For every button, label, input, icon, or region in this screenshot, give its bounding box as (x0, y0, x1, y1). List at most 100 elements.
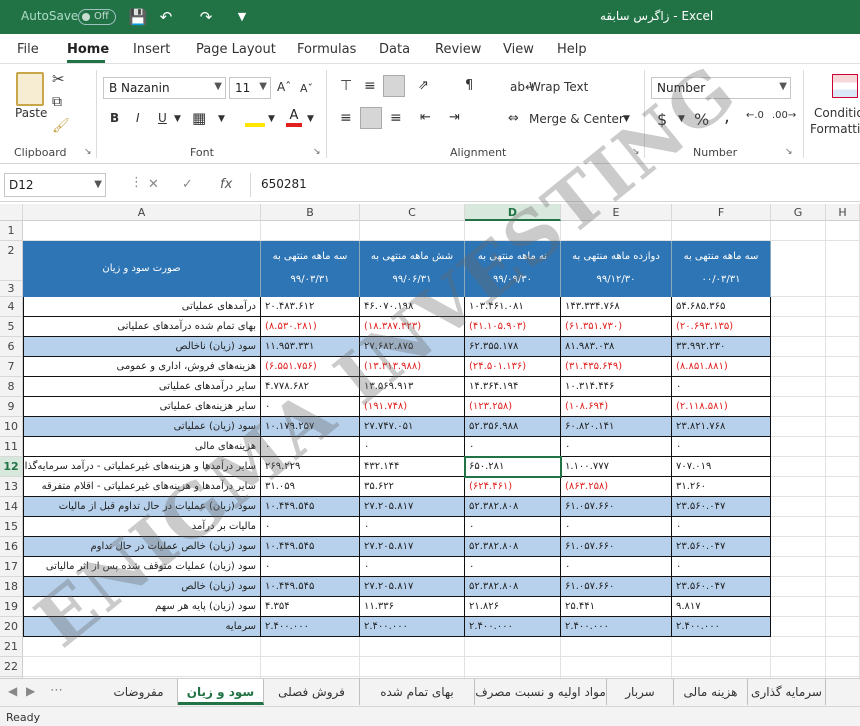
clipboard-launcher-icon[interactable]: ↘ (84, 147, 92, 157)
value-cell[interactable]: ۰ (261, 517, 360, 537)
empty-cell[interactable] (672, 221, 771, 241)
empty-cell[interactable] (771, 537, 826, 557)
empty-cell[interactable] (261, 657, 360, 677)
empty-cell[interactable] (261, 221, 360, 241)
copy-icon[interactable]: ⧉ (52, 94, 62, 110)
format-painter-icon[interactable]: 🖌 (52, 118, 70, 134)
value-cell[interactable]: (۲۰.۶۹۳.۱۳۵) (672, 317, 771, 337)
value-cell[interactable]: ۱۱.۳۳۶ (360, 597, 465, 617)
enter-icon[interactable]: ✓ (182, 177, 193, 192)
sheet-tab[interactable]: هزینه مالی (674, 679, 748, 705)
tab-help[interactable]: Help (557, 42, 587, 57)
value-cell[interactable]: ۲.۴۰۰.۰۰۰ (672, 617, 771, 637)
empty-cell[interactable] (465, 657, 561, 677)
empty-cell[interactable] (826, 557, 860, 577)
value-cell[interactable]: ۷۰۷.۰۱۹ (672, 457, 771, 477)
empty-cell[interactable] (360, 221, 465, 241)
value-cell[interactable]: ۲.۴۰۰.۰۰۰ (261, 617, 360, 637)
value-cell[interactable]: (۶۲۴.۴۶۱) (465, 477, 561, 497)
row-label[interactable]: سایر درآمدها و هزینه‌های غیرعملیاتی - اق… (23, 477, 261, 497)
value-cell[interactable]: (۸۶۳.۲۵۸) (561, 477, 672, 497)
scroll-left-icon[interactable]: ◀ (8, 684, 17, 698)
value-cell[interactable]: ۲.۴۰۰.۰۰۰ (465, 617, 561, 637)
value-cell[interactable]: ۱۰۳.۴۶۱.۰۸۱ (465, 297, 561, 317)
empty-cell[interactable] (23, 221, 261, 241)
decrease-font-icon[interactable]: Aˇ (300, 82, 313, 95)
empty-cell[interactable] (771, 377, 826, 397)
more-sheets-icon[interactable]: ⋯ (50, 683, 63, 698)
value-cell[interactable]: ۶۱.۰۵۷.۶۶۰ (561, 577, 672, 597)
value-cell[interactable]: ۱۴۳.۳۳۴.۷۶۸ (561, 297, 672, 317)
value-cell[interactable]: ۵۲.۳۵۶.۹۸۸ (465, 417, 561, 437)
tab-view[interactable]: View (503, 42, 534, 57)
worksheet-grid[interactable]: ABCDEFGH 1 2 3 4 5 6 7 8 9 10 11 12 13 14 15 16 17 18 19 20… (0, 204, 860, 678)
decrease-indent-icon[interactable]: ⇤ (420, 110, 431, 125)
text-direction-icon[interactable]: ¶ (465, 78, 473, 93)
value-cell[interactable]: (۶۱.۳۵۱.۷۳۰) (561, 317, 672, 337)
empty-cell[interactable] (826, 397, 860, 417)
empty-cell[interactable] (771, 397, 826, 417)
value-cell[interactable]: (۱۳.۳۱۳.۹۸۸) (360, 357, 465, 377)
value-cell[interactable]: (۲۴.۵۰۱.۱۳۶) (465, 357, 561, 377)
empty-cell[interactable] (826, 477, 860, 497)
empty-cell[interactable] (826, 437, 860, 457)
value-cell[interactable]: ۰ (465, 557, 561, 577)
alignment-launcher-icon[interactable]: ↘ (632, 147, 640, 157)
empty-cell[interactable] (771, 297, 826, 317)
empty-cell[interactable] (771, 557, 826, 577)
column-header-a[interactable]: A (23, 204, 261, 221)
sheet-tab[interactable]: مواد اولیه و نسبت مصرف (475, 679, 607, 705)
redo-icon[interactable]: ↷ (196, 7, 216, 27)
empty-cell[interactable] (826, 577, 860, 597)
tab-page-layout[interactable]: Page Layout (196, 42, 276, 57)
value-cell[interactable]: ۱۰.۳۱۴.۴۴۶ (561, 377, 672, 397)
empty-cell[interactable] (826, 417, 860, 437)
empty-cell[interactable] (771, 577, 826, 597)
empty-cell[interactable] (826, 497, 860, 517)
value-cell[interactable]: ۹.۸۱۷ (672, 597, 771, 617)
percent-button[interactable]: % (694, 110, 709, 129)
empty-cell[interactable] (826, 537, 860, 557)
empty-cell[interactable] (826, 617, 860, 637)
value-cell[interactable]: (۳۱.۴۳۵.۶۴۹) (561, 357, 672, 377)
chevron-down-icon[interactable]: ▼ (174, 114, 181, 124)
empty-cell[interactable] (771, 517, 826, 537)
value-cell[interactable]: ۶۱.۰۵۷.۶۶۰ (561, 497, 672, 517)
merge-center-button[interactable]: Merge & Center (529, 112, 624, 126)
value-cell[interactable]: ۰ (360, 517, 465, 537)
value-cell[interactable]: ۲۳.۵۶۰.۰۴۷ (672, 497, 771, 517)
column-header-f[interactable]: F (672, 204, 771, 221)
row-header-22[interactable]: 22 (0, 657, 23, 677)
value-cell[interactable]: ۴.۷۷۸.۶۸۲ (261, 377, 360, 397)
empty-cell[interactable] (826, 517, 860, 537)
value-cell[interactable]: ۳۳.۹۹۲.۲۳۰ (672, 337, 771, 357)
increase-decimal-icon[interactable]: ←.0 (746, 110, 764, 121)
value-cell[interactable]: ۱۰.۱۷۹.۲۵۷ (261, 417, 360, 437)
empty-cell[interactable] (826, 337, 860, 357)
tab-formulas[interactable]: Formulas (297, 42, 356, 57)
value-cell[interactable]: ۱۰.۴۴۹.۵۴۵ (261, 537, 360, 557)
tab-home[interactable]: Home (67, 42, 109, 57)
value-cell[interactable]: ۰ (672, 557, 771, 577)
name-box[interactable]: D12 ▼ (4, 173, 106, 197)
currency-button[interactable]: $ (657, 110, 667, 129)
empty-cell[interactable] (360, 637, 465, 657)
align-left-icon[interactable]: ≡ (390, 110, 402, 126)
value-cell[interactable]: ۵۲.۳۸۲.۸۰۸ (465, 537, 561, 557)
scroll-right-icon[interactable]: ▶ (26, 684, 35, 698)
value-cell[interactable]: ۴۳۲.۱۴۴ (360, 457, 465, 477)
empty-cell[interactable] (771, 637, 826, 657)
row-header-21[interactable]: 21 (0, 637, 23, 657)
font-color-icon[interactable]: A (286, 109, 302, 127)
empty-cell[interactable] (771, 317, 826, 337)
value-cell[interactable]: ۰ (672, 377, 771, 397)
align-middle-icon[interactable]: ≡ (364, 78, 376, 94)
select-all-corner[interactable] (0, 204, 23, 221)
row-label[interactable]: سرمایه (23, 617, 261, 637)
orientation-icon[interactable]: ⇗ (418, 78, 429, 93)
sheet-tab[interactable]: سربار (607, 679, 674, 705)
empty-cell[interactable] (771, 597, 826, 617)
formula-input[interactable]: 650281 (250, 173, 860, 197)
empty-cell[interactable] (826, 241, 860, 297)
chevron-down-icon[interactable]: ▼ (268, 114, 275, 124)
